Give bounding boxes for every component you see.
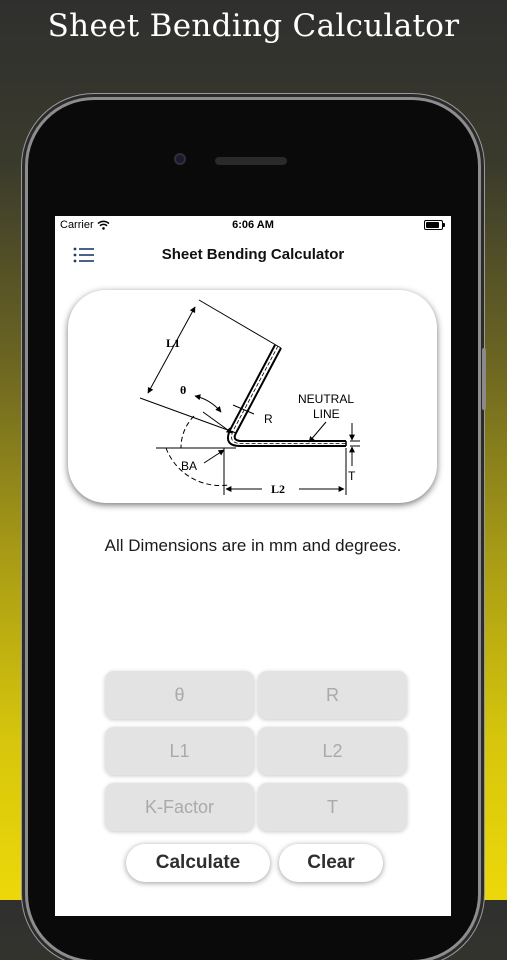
bend-diagram: L1 θ BA R NEUTRAL LINE T L2: [139, 299, 360, 496]
status-bar: Carrier 6:06 AM: [55, 216, 451, 234]
banner-title: Sheet Bending Calculator: [47, 8, 460, 44]
phone-side-button: [482, 348, 486, 410]
diagram-label-r: R: [264, 412, 273, 426]
diagram-label-l2: L2: [271, 482, 285, 496]
l1-input[interactable]: [105, 727, 254, 775]
diagram-label-line: LINE: [313, 407, 340, 421]
nav-bar: Sheet Bending Calculator: [55, 240, 451, 270]
diagram-label-theta: θ: [180, 383, 186, 397]
diagram-label-t: T: [348, 469, 356, 483]
clear-button[interactable]: Clear: [279, 844, 383, 882]
nav-title: Sheet Bending Calculator: [161, 246, 345, 263]
thickness-input[interactable]: [258, 783, 407, 831]
bend-diagram-card: L1 θ BA R NEUTRAL LINE T L2: [68, 290, 437, 503]
app-screen: Carrier 6:06 AM Sheet Bending Calculator: [55, 216, 451, 916]
diagram-label-l1: L1: [166, 336, 180, 350]
status-time: 6:06 AM: [232, 219, 274, 231]
k-factor-input[interactable]: [105, 783, 254, 831]
units-note: All Dimensions are in mm and degrees.: [104, 536, 402, 555]
theta-input[interactable]: [105, 671, 254, 719]
radius-input[interactable]: [258, 671, 407, 719]
diagram-label-ba: BA: [181, 459, 197, 473]
phone-frame: Carrier 6:06 AM Sheet Bending Calculator: [28, 100, 486, 960]
earpiece-speaker: [215, 157, 287, 165]
diagram-label-neutral: NEUTRAL: [298, 392, 354, 406]
calculate-button[interactable]: Calculate: [126, 844, 270, 882]
l2-input[interactable]: [258, 727, 407, 775]
battery-icon: [424, 220, 445, 230]
front-camera: [174, 153, 186, 165]
